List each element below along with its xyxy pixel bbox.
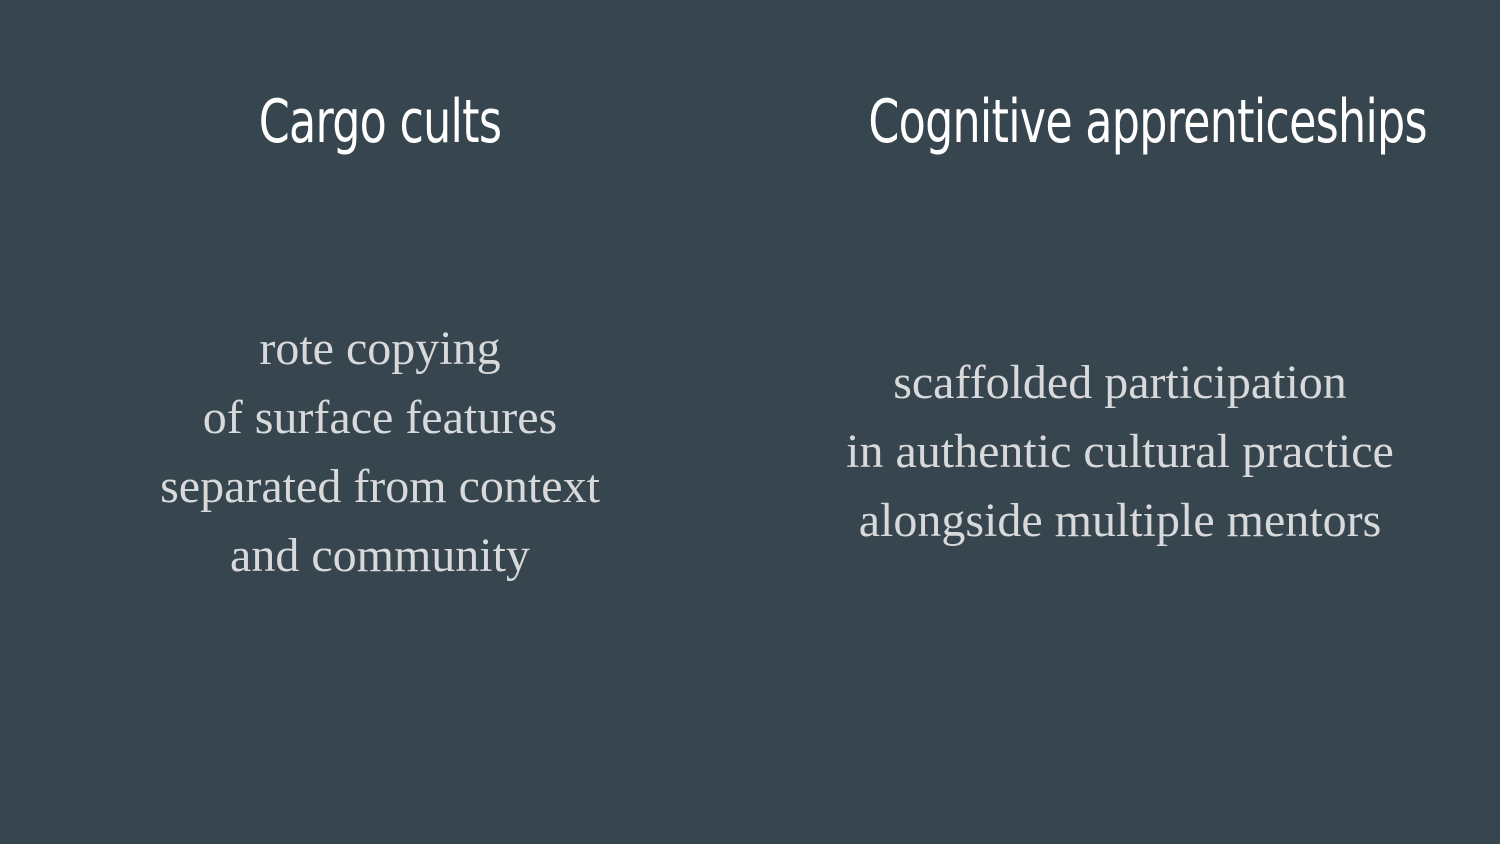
left-body-line: of surface features xyxy=(202,391,558,444)
left-body-line: rote copying xyxy=(259,322,501,375)
right-heading: Cognitive apprenticeships xyxy=(868,87,1427,157)
left-body: rote copying of surface features separat… xyxy=(60,314,700,590)
right-column: Cognitive apprenticeships scaffolded par… xyxy=(780,0,1460,844)
right-body-line: scaffolded participation xyxy=(893,356,1347,409)
right-body-line: alongside multiple mentors xyxy=(858,494,1382,547)
left-heading: Cargo cults xyxy=(258,87,502,157)
right-body-line: in authentic cultural practice xyxy=(846,425,1394,478)
slide: Cargo cults rote copying of surface feat… xyxy=(0,0,1500,844)
left-column: Cargo cults rote copying of surface feat… xyxy=(60,0,700,844)
left-body-line: separated from context xyxy=(160,460,600,513)
left-body-line: and community xyxy=(230,529,530,582)
right-body: scaffolded participation in authentic cu… xyxy=(780,348,1460,555)
